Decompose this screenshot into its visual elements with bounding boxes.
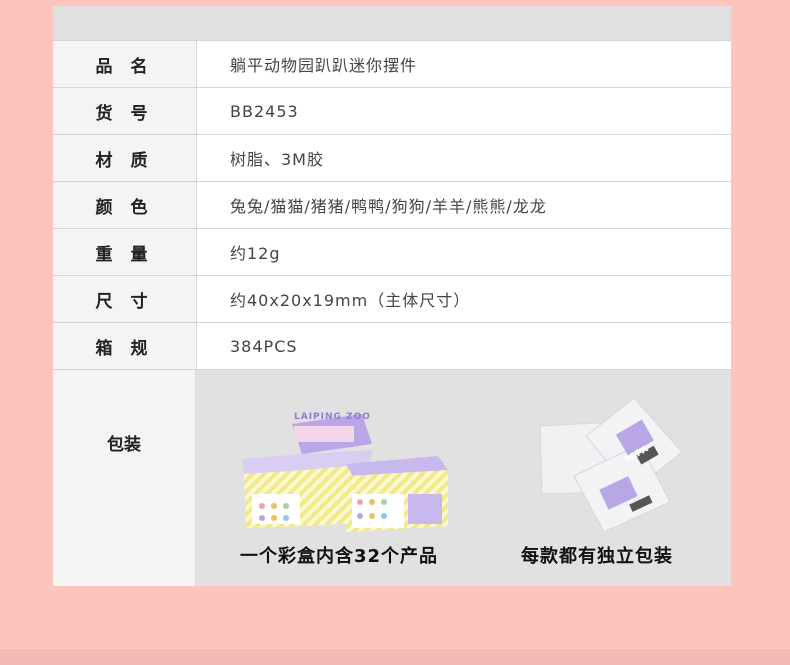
spec-label: 箱 规: [53, 323, 197, 369]
spec-value: 384PCS: [230, 336, 298, 356]
spec-row-name: 品 名 躺平动物园趴趴迷你摆件: [53, 41, 731, 88]
spec-label: 品 名: [53, 41, 197, 87]
packaging-area: LAIPING ZOO PAPA 一个彩盒内含32个产品 每款都有独立包装: [196, 370, 731, 586]
spec-label: 重 量: [53, 229, 197, 275]
spec-value: 兔兔/猫猫/猪猪/鸭鸭/狗狗/羊羊/熊熊/龙龙: [230, 197, 547, 216]
header-band: [53, 6, 731, 41]
spec-row-packaging: 包装 LAIPING ZOO PAPA 一个彩盒内含32个产品 每款都有独立包装: [53, 370, 731, 586]
spec-row-weight: 重 量 约12g: [53, 229, 731, 276]
box-caption: 一个彩盒内含32个产品: [240, 546, 439, 567]
bag-caption: 每款都有独立包装: [521, 546, 673, 567]
spec-card: 品 名 躺平动物园趴趴迷你摆件 货 号 BB2453 材 质 树脂、3M胶 颜 …: [53, 6, 731, 586]
bottom-strip: [0, 649, 790, 665]
spec-row-sku: 货 号 BB2453: [53, 88, 731, 135]
spec-label: 包装: [53, 370, 196, 586]
spec-row-carton: 箱 规 384PCS: [53, 323, 731, 370]
spec-row-material: 材 质 树脂、3M胶: [53, 135, 731, 182]
spec-label: 尺 寸: [53, 276, 197, 322]
spec-value: BB2453: [230, 101, 299, 121]
spec-value: 躺平动物园趴趴迷你摆件: [230, 56, 418, 75]
spec-value: 约12g: [230, 244, 281, 263]
spec-row-color: 颜 色 兔兔/猫猫/猪猪/鸭鸭/狗狗/羊羊/熊熊/龙龙: [53, 182, 731, 229]
spec-label: 货 号: [53, 88, 197, 134]
spec-value: 约40x20x19mm（主体尺寸）: [230, 291, 471, 310]
spec-label: 颜 色: [53, 182, 197, 228]
individual-bag-image: [539, 397, 683, 533]
box-logo: LAIPING ZOO: [294, 412, 371, 422]
spec-value: 树脂、3M胶: [230, 150, 324, 169]
spec-row-size: 尺 寸 约40x20x19mm（主体尺寸）: [53, 276, 731, 323]
spec-label: 材 质: [53, 135, 197, 181]
color-box-image: [242, 414, 448, 532]
